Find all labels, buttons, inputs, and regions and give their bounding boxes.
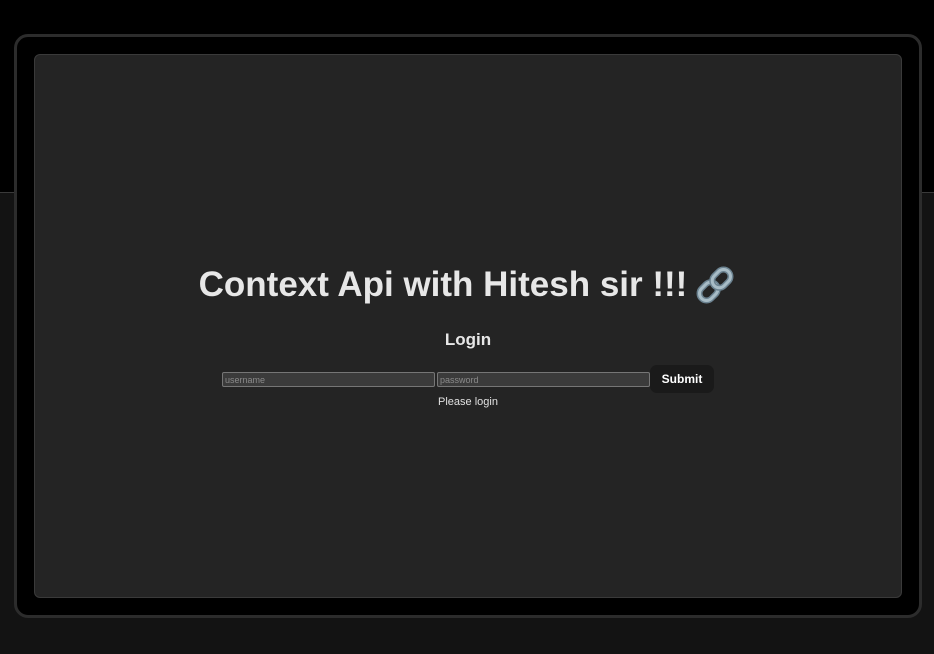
app-screen: Context Api with Hitesh sir !!! Login Su… (34, 54, 902, 598)
login-form: Submit (222, 365, 715, 395)
username-input[interactable] (222, 372, 435, 387)
page-title-text: Context Api with Hitesh sir !!! (198, 265, 688, 304)
link-icon (693, 263, 737, 307)
page-title: Context Api with Hitesh sir !!! (35, 263, 901, 307)
login-heading: Login (444, 330, 492, 349)
password-input[interactable] (437, 372, 650, 387)
login-status-text: Please login (438, 396, 498, 408)
submit-button[interactable]: Submit (650, 365, 714, 393)
